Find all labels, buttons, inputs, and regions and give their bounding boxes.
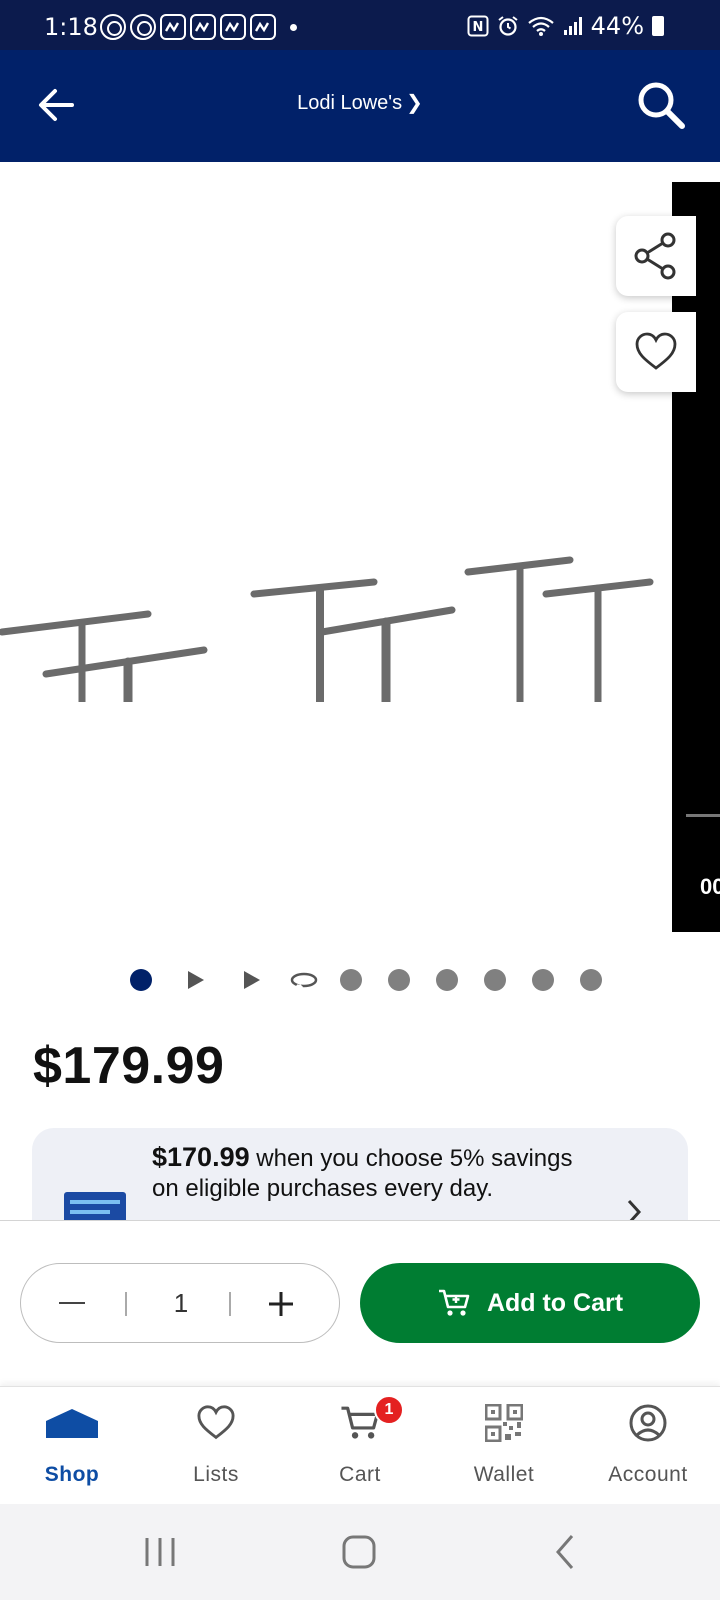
system-back-button[interactable] [550,1532,580,1572]
search-icon [638,82,685,129]
video-play-icon[interactable] [188,971,204,989]
promo-text: $170.99 when you choose 5% savings on el… [152,1142,612,1204]
qr-code-icon [477,1401,531,1445]
carousel-dot[interactable] [580,969,602,991]
add-to-cart-label: Add to Cart [486,1288,624,1317]
carousel-dot[interactable] [436,969,458,991]
battery-percent: 44% [590,12,644,40]
nav-label: Shop [44,1463,100,1486]
cart-icon [438,1289,470,1316]
home-button[interactable] [340,1532,380,1572]
system-navigation-bar [0,1504,720,1600]
share-button[interactable] [616,216,696,296]
promo-price: $170.99 [152,1142,250,1172]
favorite-button[interactable] [616,312,696,392]
nav-label: Lists [193,1463,239,1486]
promo-text-line1: when you choose 5% savings [256,1145,573,1172]
share-icon [634,232,676,280]
signal-icon [563,17,582,35]
chevron-right-icon: ❯ [406,92,423,114]
status-time: 1:18 [44,13,98,41]
cart-count-badge: 1 [374,1395,404,1425]
video-play-icon[interactable] [244,971,260,989]
carousel-dot[interactable] [340,969,362,991]
carousel-dot-active[interactable] [130,969,152,991]
divider [125,1292,127,1316]
carousel-dot[interactable] [532,969,554,991]
credit-card-promo[interactable]: $170.99 when you choose 5% savings on el… [32,1128,688,1228]
status-bar: 1:18 N 44% [0,0,720,50]
store-name: Lodi Lowe's [297,92,403,114]
overhead-storage-rack-image [0,556,654,702]
product-price: $179.99 [33,1037,225,1095]
notification-app-icon [160,14,186,40]
account-icon [621,1401,675,1445]
store-selector[interactable]: Lodi Lowe's ❯ [0,90,720,115]
decrease-quantity-button[interactable] [59,1302,85,1304]
nav-label: Account [608,1463,688,1486]
notification-ring-icon [130,14,156,40]
quantity-value[interactable]: 1 [157,1288,205,1319]
bottom-navigation: Shop Lists 1 Cart Wallet Account [0,1386,720,1504]
view-360-icon[interactable] [290,966,318,994]
add-to-cart-bar: 1 Add to Cart [0,1220,720,1390]
recent-apps-button[interactable] [142,1532,178,1572]
quantity-stepper: 1 [20,1263,340,1343]
notification-ring-icon [100,14,126,40]
status-indicators: N 44% [467,12,664,40]
carousel-indicators [130,966,628,994]
nav-label: Cart [339,1463,381,1486]
notification-app-icon [250,14,276,40]
heart-icon [189,1401,243,1445]
battery-icon [652,16,664,36]
nav-label: Wallet [473,1463,535,1486]
divider [229,1292,231,1316]
heart-icon [635,332,677,370]
carousel-dot[interactable] [388,969,410,991]
app-header: Lodi Lowe's ❯ [0,50,720,162]
nav-lists[interactable]: Lists [144,1387,288,1505]
more-notifications-dot [290,23,297,31]
alarm-icon [498,16,518,36]
increase-quantity-button[interactable] [267,1290,295,1318]
notification-icons [100,14,297,40]
store-icon [45,1401,99,1445]
nav-shop[interactable]: Shop [0,1387,144,1505]
svg-text:N: N [472,20,483,35]
search-button[interactable] [634,78,690,134]
add-to-cart-button[interactable]: Add to Cart [360,1263,700,1343]
product-image-gallery[interactable]: 00 [0,162,720,942]
carousel-dot[interactable] [484,969,506,991]
wifi-icon [527,16,554,36]
nav-wallet[interactable]: Wallet [432,1387,576,1505]
notification-app-icon [220,14,246,40]
nav-account[interactable]: Account [576,1387,720,1505]
video-progress-line [686,814,720,817]
nfc-icon: N [467,15,489,37]
nav-cart[interactable]: 1 Cart [288,1387,432,1505]
promo-text-line2: on eligible purchases every day. [152,1175,494,1202]
notification-app-icon [190,14,216,40]
video-time-text: 00 [700,874,720,899]
